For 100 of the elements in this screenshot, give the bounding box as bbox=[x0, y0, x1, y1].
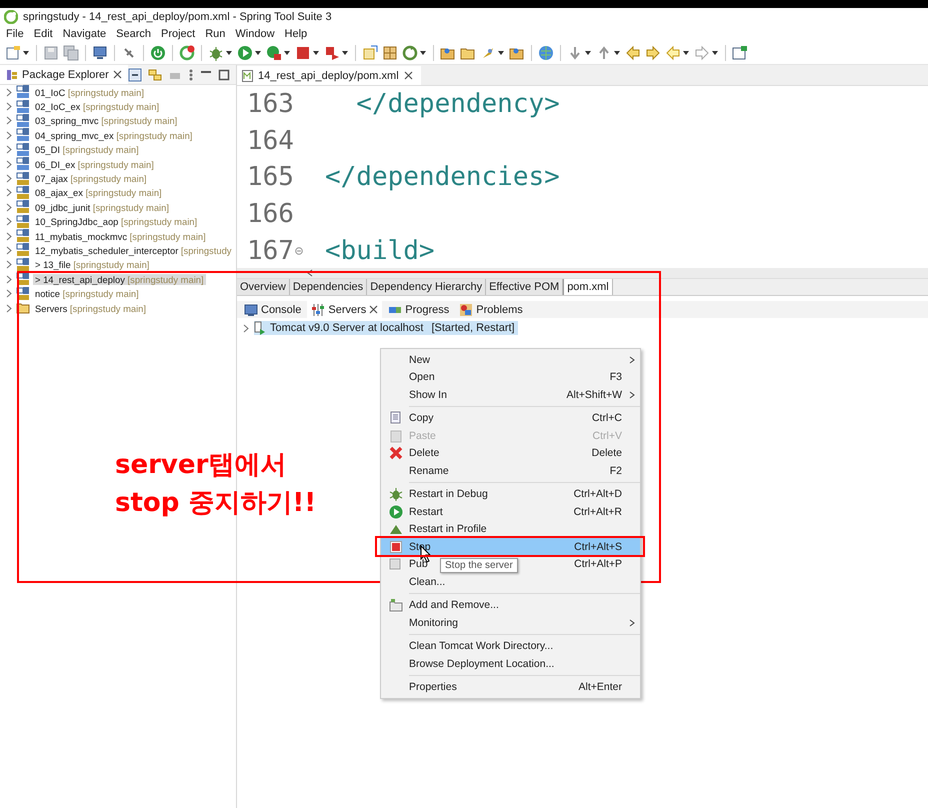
menu-item[interactable]: Restart in Debug bbox=[409, 488, 488, 500]
tree-item[interactable]: 03_spring_mvc [springstudy main] bbox=[33, 115, 180, 126]
menu-item[interactable]: Clean... bbox=[409, 576, 446, 588]
editor-page-tab[interactable]: Effective POM bbox=[486, 279, 564, 295]
menu-item[interactable]: Delete bbox=[409, 447, 440, 460]
tree-item[interactable]: 02_IoC_ex [springstudy main] bbox=[33, 101, 162, 112]
menu-item[interactable]: Pub bbox=[409, 558, 428, 570]
menu-item[interactable]: Monitoring bbox=[409, 616, 458, 629]
shortcut-text: F2 bbox=[610, 464, 622, 477]
dropdown-arrow-icon[interactable] bbox=[711, 49, 719, 57]
tree-item[interactable]: 07_ajax [springstudy main] bbox=[33, 173, 149, 184]
project-icon bbox=[16, 243, 30, 258]
editor-page-tab[interactable]: Dependency Hierarchy bbox=[367, 279, 486, 295]
dropdown-arrow-icon[interactable] bbox=[312, 49, 320, 57]
console-icon bbox=[244, 302, 258, 316]
editor-tab[interactable]: 14_rest_api_deploy/pom.xml bbox=[237, 66, 421, 85]
tree-item[interactable]: 04_spring_mvc_ex [springstudy main] bbox=[33, 130, 194, 141]
project-icon bbox=[16, 286, 30, 301]
save-icon[interactable] bbox=[43, 45, 59, 61]
menu-item[interactable]: File bbox=[2, 28, 30, 40]
monitor-icon[interactable] bbox=[92, 45, 108, 61]
power-icon[interactable] bbox=[150, 45, 166, 61]
flag-icon[interactable] bbox=[324, 45, 340, 61]
menu-item[interactable]: Open bbox=[409, 371, 435, 384]
editor-page-tab[interactable]: pom.xml bbox=[563, 279, 613, 295]
menu-item[interactable]: Search bbox=[112, 28, 157, 40]
tree-item[interactable]: 09_jdbc_junit [springstudy main] bbox=[33, 202, 171, 213]
scroll-left-icon[interactable] bbox=[307, 269, 313, 277]
view-tab[interactable]: Problems bbox=[455, 301, 527, 318]
dropdown-arrow-icon[interactable] bbox=[225, 49, 233, 57]
line-number: 163 bbox=[247, 89, 294, 120]
forward-icon[interactable] bbox=[645, 45, 661, 61]
tree-item[interactable]: notice [springstudy main] bbox=[33, 288, 141, 300]
shortcut-text: Alt+Shift+W bbox=[566, 388, 622, 401]
menu-item[interactable]: Help bbox=[280, 28, 314, 40]
tree-item[interactable]: 01_IoC [springstudy main] bbox=[33, 86, 146, 98]
dropdown-arrow-icon[interactable] bbox=[254, 49, 262, 57]
view-tab[interactable]: Package Explorer bbox=[0, 65, 128, 84]
dropdown-arrow-icon[interactable] bbox=[419, 49, 427, 57]
menu-item[interactable]: Navigate bbox=[58, 28, 112, 40]
new-file-icon[interactable] bbox=[5, 45, 21, 61]
menu-item[interactable]: Project bbox=[156, 28, 202, 40]
menu-item[interactable]: Restart bbox=[409, 506, 443, 518]
save-all-icon[interactable] bbox=[63, 45, 79, 61]
editor-page-tab[interactable]: Overview bbox=[237, 279, 290, 295]
menu-item[interactable]: Clean Tomcat Work Directory... bbox=[409, 640, 554, 652]
tree-item[interactable]: 12_mybatis_scheduler_interceptor [springstudy bbox=[33, 244, 234, 256]
menu-item[interactable]: Add and Remove... bbox=[409, 599, 499, 612]
view-menu-icon[interactable] bbox=[188, 68, 194, 82]
tree-item[interactable]: 06_DI_ex [springstudy main] bbox=[33, 158, 156, 170]
collapse-all-icon[interactable] bbox=[128, 68, 142, 82]
menu-item[interactable]: Show In bbox=[409, 388, 447, 401]
dropdown-arrow-icon[interactable] bbox=[613, 49, 621, 57]
run-server-icon[interactable] bbox=[266, 45, 282, 61]
menu-item[interactable]: Properties bbox=[409, 681, 457, 694]
project-icon bbox=[16, 114, 30, 128]
tree-item[interactable]: Servers [springstudy main] bbox=[33, 302, 148, 314]
fold-icon[interactable] bbox=[294, 246, 303, 255]
close-icon[interactable] bbox=[112, 70, 122, 79]
annotation-text: server탭에서 bbox=[115, 450, 288, 480]
shortcut-text: Ctrl+C bbox=[592, 412, 622, 424]
refresh-icon[interactable] bbox=[179, 45, 195, 61]
menu-item[interactable]: Restart in Profile bbox=[409, 523, 487, 536]
editor-page-tab[interactable]: Dependencies bbox=[290, 279, 368, 295]
dropdown-arrow-icon[interactable] bbox=[682, 49, 690, 57]
view-tab[interactable]: Progress bbox=[384, 301, 454, 318]
tree-item[interactable]: 10_SpringJdbc_aop [springstudy main] bbox=[33, 216, 200, 228]
shortcut-text: Ctrl+Alt+D bbox=[574, 488, 622, 500]
line-number: 166 bbox=[247, 199, 294, 230]
perspective-icon[interactable] bbox=[732, 45, 748, 61]
line-number: 164 bbox=[247, 126, 294, 156]
bug-icon[interactable] bbox=[208, 45, 224, 61]
dropdown-arrow-icon[interactable] bbox=[497, 49, 505, 57]
dropdown-arrow-icon[interactable] bbox=[584, 49, 592, 57]
dropdown-arrow-icon[interactable] bbox=[22, 49, 30, 57]
tree-item[interactable]: > 13_file [springstudy main] bbox=[33, 259, 152, 270]
menu-item[interactable]: Window bbox=[231, 28, 281, 40]
menu-item[interactable]: Browse Deployment Location... bbox=[409, 658, 554, 670]
package-icon[interactable] bbox=[382, 45, 398, 61]
menu-item[interactable]: Edit bbox=[30, 28, 59, 40]
menu-item[interactable]: Run bbox=[201, 28, 232, 40]
dropdown-arrow-icon[interactable] bbox=[341, 49, 349, 57]
view-tab[interactable]: Console bbox=[240, 301, 306, 318]
menu-item[interactable]: Copy bbox=[409, 412, 434, 424]
dropdown-arrow-icon[interactable] bbox=[283, 49, 291, 57]
tree-item[interactable]: > 14_rest_api_deploy [springstudy main] bbox=[33, 274, 206, 285]
close-icon[interactable] bbox=[404, 71, 413, 80]
link-icon[interactable] bbox=[148, 68, 162, 82]
globe-icon[interactable] bbox=[538, 45, 554, 61]
menu-item[interactable]: New bbox=[409, 354, 430, 366]
close-icon[interactable] bbox=[369, 305, 378, 314]
tree-item[interactable]: 08_ajax_ex [springstudy main] bbox=[33, 187, 164, 198]
menu-item[interactable]: Rename bbox=[409, 464, 449, 477]
maximize-icon[interactable] bbox=[218, 68, 230, 80]
tree-item[interactable]: 11_mybatis_mockmvc [springstudy main] bbox=[33, 230, 208, 242]
stop-icon[interactable] bbox=[295, 45, 311, 61]
view-tab[interactable]: Servers bbox=[307, 301, 382, 318]
line-number: 167 bbox=[247, 236, 294, 266]
server-item[interactable]: Tomcat v9.0 Server at localhost [Started, Restart] bbox=[254, 321, 518, 335]
tree-item[interactable]: 05_DI [springstudy main] bbox=[33, 144, 141, 156]
